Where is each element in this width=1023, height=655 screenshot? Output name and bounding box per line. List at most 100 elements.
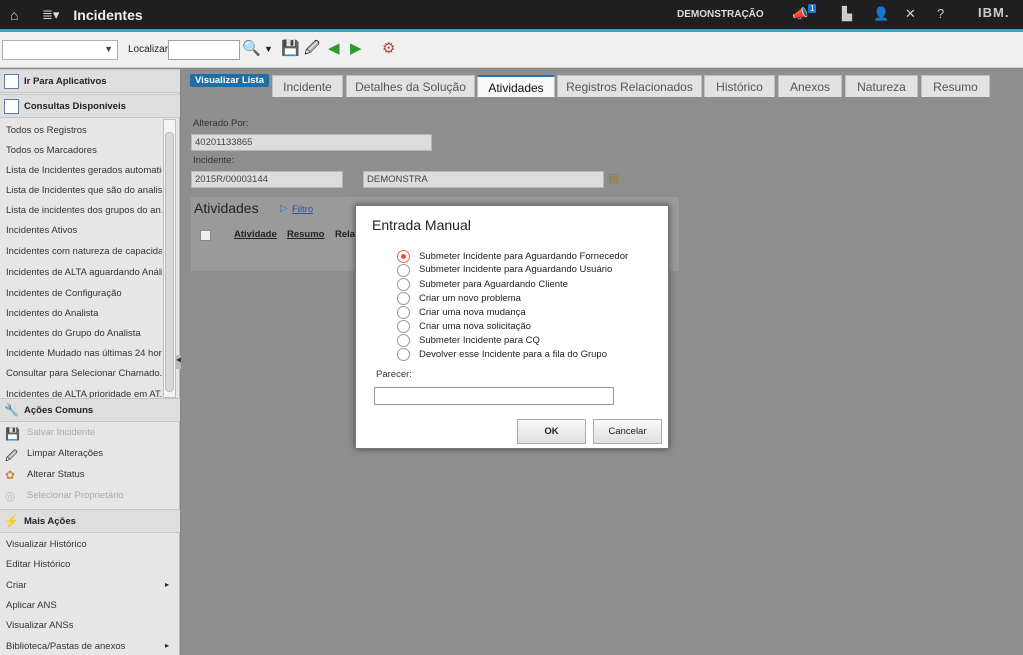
- long-description-icon[interactable]: ▤: [608, 171, 619, 185]
- parecer-label: Parecer:: [376, 369, 412, 380]
- query-item[interactable]: Lista de incidentes dos grupos do an...: [6, 205, 162, 216]
- more-action-item[interactable]: Aplicar ANS: [6, 600, 162, 611]
- query-item[interactable]: Incidente Mudado nas últimas 24 horas: [6, 348, 162, 359]
- option-radio[interactable]: [397, 320, 410, 333]
- record-select[interactable]: ▼: [2, 40, 118, 60]
- option-radio[interactable]: [397, 334, 410, 347]
- query-item[interactable]: Incidentes de ALTA prioridade em AT...: [6, 389, 162, 398]
- scroll-thumb[interactable]: [165, 132, 174, 392]
- more-action-item[interactable]: Criar: [6, 580, 162, 591]
- option-label[interactable]: Submeter para Aguardando Cliente: [419, 279, 568, 290]
- column-summary[interactable]: Resumo: [287, 229, 324, 240]
- query-item[interactable]: Todos os Registros: [6, 125, 162, 136]
- change-status-icon: ✿: [5, 468, 16, 482]
- cancel-button[interactable]: Cancelar: [593, 419, 662, 444]
- common-actions-header[interactable]: 🔧 Ações Comuns: [0, 398, 180, 422]
- chevron-down-icon: ▼: [104, 44, 113, 54]
- option-label[interactable]: Devolver esse Incidente para a fila do G…: [419, 349, 607, 360]
- view-list-tab[interactable]: Visualizar Lista: [190, 74, 269, 87]
- column-activity[interactable]: Atividade: [234, 229, 277, 240]
- queries-header[interactable]: Consultas Disponíveis: [0, 94, 180, 118]
- query-item[interactable]: Incidentes com natureza de capacidade: [6, 246, 162, 257]
- ok-button[interactable]: OK: [517, 419, 586, 444]
- more-label: Mais Ações: [24, 515, 76, 527]
- more-action-item[interactable]: Visualizar Histórico: [6, 539, 162, 550]
- tab-solution-details[interactable]: Detalhes da Solução: [346, 75, 475, 97]
- query-icon: [4, 98, 19, 114]
- ibm-logo: IBM.: [978, 5, 1010, 20]
- search-dropdown-icon[interactable]: ▼: [264, 40, 273, 58]
- option-label[interactable]: Submeter Incidente para Aguardando Forne…: [419, 251, 628, 262]
- notification-badge: 1: [808, 4, 817, 13]
- query-item[interactable]: Incidentes de ALTA aguardando Análi...: [6, 267, 162, 278]
- bulletin-icon[interactable]: 📣: [792, 6, 808, 22]
- help-icon[interactable]: ?: [937, 6, 944, 21]
- profile-icon[interactable]: 👤: [873, 6, 889, 22]
- goto-applications[interactable]: Ir Para Aplicativos: [0, 69, 180, 93]
- more-actions-header[interactable]: ⚡ Mais Ações: [0, 509, 180, 533]
- workflow-icon[interactable]: ⚙: [382, 40, 395, 58]
- user-name[interactable]: DEMONSTRAÇÃO: [677, 9, 764, 20]
- select-owner-action[interactable]: Selecionar Proprietário: [27, 490, 183, 501]
- find-input[interactable]: [168, 40, 240, 60]
- option-label[interactable]: Criar uma nova solicitação: [419, 321, 531, 332]
- option-radio[interactable]: [397, 278, 410, 291]
- query-item[interactable]: Incidentes Ativos: [6, 225, 162, 236]
- query-item[interactable]: Lista de Incidentes gerados automatic...: [6, 165, 162, 176]
- tab-attachments[interactable]: Anexos: [778, 75, 842, 97]
- query-item[interactable]: Todos os Marcadores: [6, 145, 162, 156]
- column-related[interactable]: Rela: [335, 229, 355, 240]
- option-radio[interactable]: [397, 306, 410, 319]
- tab-history[interactable]: Histórico: [704, 75, 775, 97]
- save-icon[interactable]: 💾: [281, 40, 300, 58]
- common-label: Ações Comuns: [24, 404, 94, 416]
- top-bar: ⌂ ≣▾ Incidentes DEMONSTRAÇÃO 📣 1 ▙ 👤 ✕ ?…: [0, 0, 1023, 29]
- save-incident-action[interactable]: Salvar Incidente: [27, 427, 183, 438]
- query-item[interactable]: Lista de Incidentes que são do analist..…: [6, 185, 162, 196]
- home-icon[interactable]: ⌂: [10, 7, 24, 23]
- option-radio[interactable]: [397, 250, 410, 263]
- tab-summary[interactable]: Resumo: [921, 75, 990, 97]
- query-item[interactable]: Consultar para Selecionar Chamado...: [6, 368, 162, 379]
- query-item[interactable]: Incidentes de Configuração: [6, 288, 162, 299]
- tab-incidente[interactable]: Incidente: [272, 75, 343, 97]
- tab-related-records[interactable]: Registros Relacionados: [557, 75, 702, 97]
- queries-scrollbar[interactable]: [163, 119, 176, 398]
- menu-icon[interactable]: ≣▾: [42, 7, 59, 23]
- more-action-item[interactable]: Editar Histórico: [6, 559, 162, 570]
- more-action-item[interactable]: Biblioteca/Pastas de anexos: [6, 641, 162, 652]
- select-all-checkbox[interactable]: [200, 230, 211, 241]
- query-item[interactable]: Incidentes do Analista: [6, 308, 162, 319]
- query-item[interactable]: Incidentes do Grupo do Analista: [6, 328, 162, 339]
- tab-nature[interactable]: Natureza: [845, 75, 918, 97]
- option-label[interactable]: Criar uma nova mudança: [419, 307, 526, 318]
- activities-title: Atividades: [194, 200, 259, 216]
- option-radio[interactable]: [397, 264, 410, 277]
- incident-description-field[interactable]: DEMONSTRA: [363, 171, 604, 188]
- changed-by-field[interactable]: 40201133865: [191, 134, 432, 151]
- incident-number-field[interactable]: 2015R/00003144: [191, 171, 343, 188]
- parecer-input[interactable]: [374, 387, 614, 405]
- queries-label: Consultas Disponíveis: [24, 100, 126, 112]
- option-label[interactable]: Criar um novo problema: [419, 293, 521, 304]
- find-label: Localizar:: [128, 44, 171, 55]
- actions-icon: 🔧: [4, 402, 19, 417]
- option-label[interactable]: Submeter Incidente para CQ: [419, 335, 540, 346]
- more-action-item[interactable]: Visualizar ANSs: [6, 620, 162, 631]
- option-label[interactable]: Submeter Incidente para Aguardando Usuár…: [419, 264, 612, 275]
- close-icon[interactable]: ✕: [905, 6, 916, 22]
- change-status-action[interactable]: Alterar Status: [27, 469, 183, 480]
- filter-icon[interactable]: ▷: [280, 203, 288, 214]
- tab-activities[interactable]: Atividades: [477, 75, 555, 97]
- option-radio[interactable]: [397, 292, 410, 305]
- search-icon[interactable]: 🔍: [242, 40, 261, 58]
- previous-arrow-icon[interactable]: ◀: [328, 40, 340, 58]
- app-title: Incidentes: [73, 6, 143, 23]
- filter-link[interactable]: Filtro: [292, 204, 313, 215]
- clear-changes-action[interactable]: Limpar Alterações: [27, 448, 183, 459]
- clear-changes-icon[interactable]: 🖉: [304, 40, 320, 58]
- reports-icon[interactable]: ▙: [842, 6, 852, 22]
- clear-changes-icon: 🖉: [5, 449, 18, 463]
- option-radio[interactable]: [397, 348, 410, 361]
- next-arrow-icon[interactable]: ▶: [350, 40, 362, 58]
